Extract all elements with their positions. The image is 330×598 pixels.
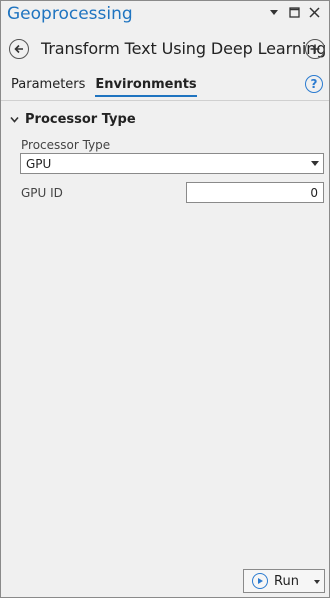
- dropdown-arrow-icon: [311, 161, 319, 166]
- play-icon: [252, 573, 268, 589]
- back-button[interactable]: [9, 39, 29, 59]
- processor-type-value: GPU: [26, 157, 52, 171]
- tab-parameters[interactable]: Parameters: [11, 77, 85, 97]
- tool-header: Transform Text Using Deep Learning: [1, 37, 329, 65]
- section-processor-type[interactable]: Processor Type: [9, 112, 136, 127]
- tab-environments[interactable]: Environments: [95, 77, 197, 97]
- add-plus-icon: [310, 44, 320, 54]
- run-button[interactable]: Run: [243, 569, 325, 593]
- processor-type-select[interactable]: GPU: [20, 153, 324, 174]
- divider: [1, 100, 329, 101]
- gpu-id-label: GPU ID: [21, 186, 63, 200]
- tool-title: Transform Text Using Deep Learning: [41, 39, 327, 58]
- run-dropdown-icon[interactable]: [314, 580, 320, 584]
- processor-type-label: Processor Type: [21, 138, 111, 152]
- back-arrow-icon: [14, 44, 23, 54]
- section-title: Processor Type: [25, 112, 136, 127]
- chevron-down-icon: [9, 115, 19, 125]
- run-label: Run: [274, 573, 299, 589]
- gpu-id-input[interactable]: [186, 182, 324, 203]
- close-icon[interactable]: [307, 5, 321, 19]
- geoprocessing-pane: Geoprocessing Transform Text Using Deep …: [0, 0, 330, 598]
- tab-bar: Parameters Environments: [11, 77, 197, 97]
- help-icon[interactable]: ?: [305, 75, 323, 93]
- pane-options-dropdown-icon[interactable]: [267, 5, 281, 19]
- pane-title: Geoprocessing: [7, 4, 133, 24]
- maximize-icon[interactable]: [287, 5, 301, 19]
- pane-controls: [267, 5, 321, 19]
- add-button[interactable]: [305, 39, 325, 59]
